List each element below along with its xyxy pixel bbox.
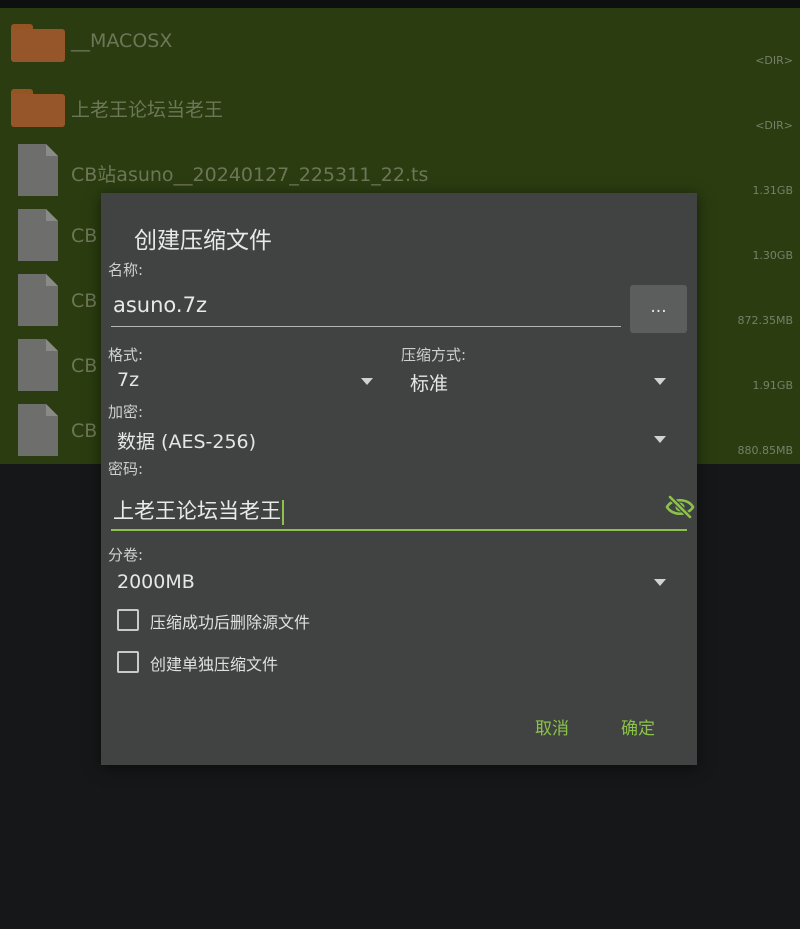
file-icon [18, 404, 58, 456]
password-label: 密码: [108, 460, 144, 478]
dropdown-arrow-icon [654, 378, 666, 385]
archive-name-input[interactable]: asuno.7z [111, 288, 621, 327]
method-label: 压缩方式: [401, 346, 467, 364]
file-name: CB [71, 290, 98, 312]
file-name: __MACOSX [71, 30, 173, 52]
ok-button[interactable]: 确定 [621, 714, 655, 739]
file-name: CB [71, 225, 98, 247]
folder-icon [11, 24, 65, 62]
format-label: 格式: [108, 346, 144, 364]
create-archive-dialog: 创建压缩文件 名称: asuno.7z ... 格式: 7z 压缩方式: 标准 … [101, 193, 697, 765]
file-icon [18, 209, 58, 261]
format-dropdown[interactable]: 7z [111, 365, 381, 395]
archive-name-value: asuno.7z [113, 293, 207, 317]
file-name: CB [71, 420, 98, 442]
file-name: CB站asuno__20240127_225311_22.ts [71, 164, 429, 186]
encryption-dropdown[interactable]: 数据 (AES-256) [111, 423, 674, 453]
format-value: 7z [117, 369, 140, 391]
browse-button[interactable]: ... [630, 285, 687, 333]
encryption-value: 数据 (AES-256) [117, 431, 257, 453]
file-icon [18, 144, 58, 196]
split-value: 2000MB [117, 571, 195, 593]
method-value: 标准 [410, 373, 449, 395]
list-item[interactable]: __MACOSX <DIR> [0, 8, 800, 73]
list-item[interactable]: 上老王论坛当老王 <DIR> [0, 73, 800, 138]
file-size: 1.31GB [752, 184, 793, 197]
folder-icon [11, 89, 65, 127]
file-icon [18, 274, 58, 326]
text-caret [282, 499, 284, 525]
file-size: <DIR> [755, 119, 793, 132]
dialog-title: 创建压缩文件 [134, 228, 272, 254]
dropdown-arrow-icon [361, 378, 373, 385]
compression-method-dropdown[interactable]: 标准 [404, 365, 674, 395]
file-size: 880.85MB [737, 444, 793, 457]
file-size: <DIR> [755, 54, 793, 67]
eye-off-icon[interactable] [665, 495, 695, 519]
cancel-button[interactable]: 取消 [535, 714, 569, 739]
status-bar [0, 0, 800, 8]
separate-archive-checkbox[interactable] [117, 651, 139, 673]
file-size: 1.91GB [752, 379, 793, 392]
encryption-label: 加密: [108, 403, 144, 421]
split-label: 分卷: [108, 546, 144, 564]
file-size: 872.35MB [737, 314, 793, 327]
split-volume-dropdown[interactable]: 2000MB [111, 567, 674, 597]
dropdown-arrow-icon [654, 579, 666, 586]
dropdown-arrow-icon [654, 436, 666, 443]
delete-source-label: 压缩成功后删除源文件 [150, 613, 311, 632]
file-size: 1.30GB [752, 249, 793, 262]
password-value: 上老王论坛当老王 [113, 499, 281, 523]
file-name: CB [71, 355, 98, 377]
separate-archive-label: 创建单独压缩文件 [150, 655, 279, 674]
password-input[interactable]: 上老王论坛当老王 [111, 489, 695, 531]
file-icon [18, 339, 58, 391]
delete-source-checkbox[interactable] [117, 609, 139, 631]
name-label: 名称: [108, 261, 144, 279]
file-name: 上老王论坛当老王 [71, 99, 224, 121]
